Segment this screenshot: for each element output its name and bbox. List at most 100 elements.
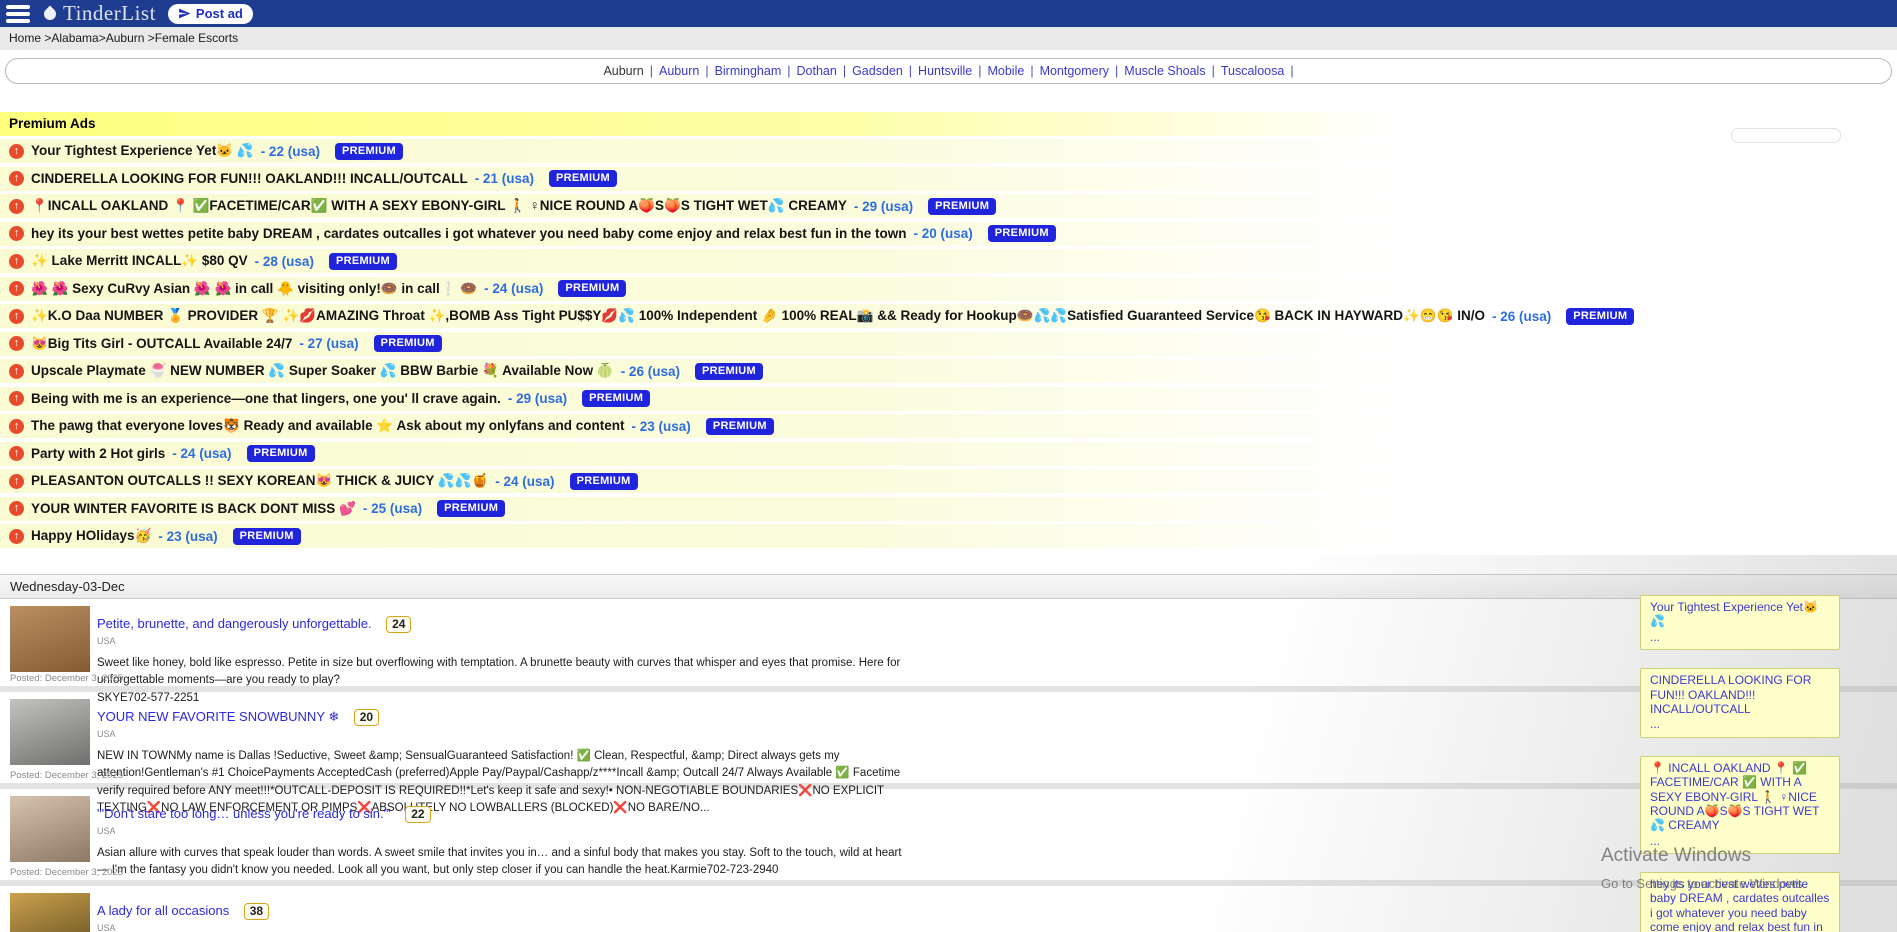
hamburger-icon[interactable] [6, 3, 32, 25]
premium-ad-row[interactable]: The pawg that everyone loves🐯 Ready and … [0, 414, 1897, 438]
premium-ad-row[interactable]: 😻Big Tits Girl - OUTCALL Available 24/7 … [0, 332, 1897, 356]
city-nav: Auburn | Auburn | Birmingham | Dothan | … [5, 58, 1892, 84]
city-current[interactable]: Auburn [603, 64, 643, 78]
premium-ad-row[interactable]: 🌺 🌺 Sexy CuRvy Asian 🌺 🌺 in call 🐥 visit… [0, 277, 1897, 301]
flame-icon [42, 5, 59, 22]
premium-ad-row[interactable]: Upscale Playmate 🍧 NEW NUMBER 💦 Super So… [0, 359, 1897, 383]
listing-thumbnail[interactable] [10, 893, 90, 932]
post-ad-button[interactable]: Post ad [168, 4, 253, 24]
premium-badge: PREMIUM [928, 198, 996, 215]
premium-ad-row[interactable]: CINDERELLA LOOKING FOR FUN!!! OAKLAND!!!… [0, 167, 1897, 191]
city-link-mobile[interactable]: Mobile [987, 64, 1024, 78]
premium-ad-row[interactable]: Happy HOlidays🥳 - 23 (usa) PREMIUM [0, 524, 1897, 548]
premium-ad-meta: - 23 (usa) [158, 529, 217, 544]
listings: Petite, brunette, and dangerously unforg… [0, 599, 1897, 932]
sidebar-ad-box[interactable]: CINDERELLA LOOKING FOR FUN!!! OAKLAND!!!… [1640, 668, 1840, 738]
premium-ad-meta: - 20 (usa) [913, 226, 972, 241]
listing-item: A lady for all occasions 38 USA [0, 886, 1897, 932]
premium-ad-row[interactable]: Being with me is an experience—one that … [0, 387, 1897, 411]
up-arrow-circle-icon [9, 419, 24, 434]
premium-ad-meta: - 26 (usa) [621, 364, 680, 379]
city-separator: | [1290, 64, 1293, 78]
paper-plane-icon [178, 7, 191, 20]
premium-ad-row[interactable]: 📍INCALL OAKLAND 📍 ✅FACETIME/CAR✅ WITH A … [0, 194, 1897, 218]
tinderlist-page: TinderList Post ad Home >Alabama>Auburn … [0, 0, 1897, 932]
city-link-auburn[interactable]: Auburn [659, 64, 699, 78]
city-separator: | [787, 64, 790, 78]
up-arrow-circle-icon [9, 336, 24, 351]
city-separator: | [650, 64, 653, 78]
city-separator: | [1212, 64, 1215, 78]
post-ad-label: Post ad [196, 6, 243, 21]
premium-ad-meta: - 24 (usa) [172, 446, 231, 461]
listing-title-link[interactable]: Petite, brunette, and dangerously unforg… [97, 616, 372, 631]
premium-ad-row[interactable]: ✨ Lake Merritt INCALL✨ $80 QV - 28 (usa)… [0, 249, 1897, 273]
up-arrow-circle-icon [9, 199, 24, 214]
premium-ad-row[interactable]: YOUR WINTER FAVORITE IS BACK DONT MISS 💕… [0, 497, 1897, 521]
city-link-muscle-shoals[interactable]: Muscle Shoals [1124, 64, 1205, 78]
listing-country: USA [97, 923, 1897, 932]
premium-ad-meta: - 22 (usa) [261, 144, 320, 159]
premium-ad-meta: - 25 (usa) [363, 501, 422, 516]
premium-ad-title: 😻Big Tits Girl - OUTCALL Available 24/7 [31, 336, 292, 352]
up-arrow-circle-icon [9, 474, 24, 489]
sidebar-ad-more: ... [1650, 717, 1830, 731]
premium-badge: PREMIUM [247, 445, 315, 462]
premium-ad-row[interactable]: Party with 2 Hot girls - 24 (usa) PREMIU… [0, 442, 1897, 466]
listing-posted-date: Posted: December 3, 2025 [10, 867, 123, 878]
premium-ad-title: Your Tightest Experience Yet🐱 💦 [31, 143, 254, 159]
city-link-birmingham[interactable]: Birmingham [715, 64, 782, 78]
hamburger-bar [6, 19, 30, 23]
sidebar-ad-text: Your Tightest Experience Yet🐱 💦 [1650, 600, 1830, 629]
premium-ad-title: 📍INCALL OAKLAND 📍 ✅FACETIME/CAR✅ WITH A … [31, 198, 847, 214]
city-link-tuscaloosa[interactable]: Tuscaloosa [1221, 64, 1284, 78]
city-link-dothan[interactable]: Dothan [797, 64, 837, 78]
premium-ad-title: ✨ Lake Merritt INCALL✨ $80 QV [31, 253, 248, 269]
premium-ad-title: Being with me is an experience—one that … [31, 391, 501, 406]
sidebar-ad-box[interactable]: 📍 INCALL OAKLAND 📍 ✅ FACETIME/CAR ✅ WITH… [1640, 756, 1840, 854]
floating-widget[interactable] [1731, 128, 1841, 143]
listing-item: Petite, brunette, and dangerously unforg… [0, 599, 1897, 686]
premium-badge: PREMIUM [1566, 308, 1634, 325]
site-logo[interactable]: TinderList [44, 1, 156, 26]
listing-country: USA [97, 636, 1897, 646]
premium-ad-title: 🌺 🌺 Sexy CuRvy Asian 🌺 🌺 in call 🐥 visit… [31, 281, 477, 297]
up-arrow-circle-icon [9, 171, 24, 186]
up-arrow-circle-icon [9, 281, 24, 296]
sidebar-ad-more: ... [1650, 630, 1830, 644]
listing-item: "'Don't stare too long… unless you're re… [0, 789, 1897, 880]
premium-ad-title: PLEASANTON OUTCALLS !! SEXY KOREAN😻 THIC… [31, 473, 488, 489]
city-link-montgomery[interactable]: Montgomery [1040, 64, 1109, 78]
listing-title-link[interactable]: YOUR NEW FAVORITE SNOWBUNNY ❄ [97, 709, 339, 724]
premium-ad-row[interactable]: PLEASANTON OUTCALLS !! SEXY KOREAN😻 THIC… [0, 469, 1897, 493]
listing-thumbnail[interactable] [10, 606, 90, 672]
premium-ad-row[interactable]: ✨K.O Daa NUMBER 🏅 PROVIDER 🏆 ✨💋AMAZING T… [0, 304, 1897, 328]
breadcrumb[interactable]: Home >Alabama>Auburn >Female Escorts [0, 27, 1897, 50]
premium-ad-title: Party with 2 Hot girls [31, 446, 165, 461]
sidebar-ad-box[interactable]: hey its your best wettes petite baby DRE… [1640, 872, 1840, 932]
listing-thumbnail[interactable] [10, 796, 90, 862]
listing-title-link[interactable]: A lady for all occasions [97, 903, 229, 918]
city-link-gadsden[interactable]: Gadsden [852, 64, 903, 78]
listing-thumbnail[interactable] [10, 699, 90, 765]
listing-description: Asian allure with curves that speak loud… [97, 845, 907, 880]
sidebar-ad-box[interactable]: Your Tightest Experience Yet🐱 💦 ... [1640, 595, 1840, 650]
premium-ad-row[interactable]: Your Tightest Experience Yet🐱 💦 - 22 (us… [0, 139, 1897, 163]
premium-badge: PREMIUM [695, 363, 763, 380]
age-badge: 38 [244, 903, 269, 920]
city-separator: | [705, 64, 708, 78]
premium-ad-meta: - 24 (usa) [495, 474, 554, 489]
premium-ad-title: hey its your best wettes petite baby DRE… [31, 226, 906, 241]
premium-badge: PREMIUM [335, 143, 403, 160]
listing-title-link[interactable]: "'Don't stare too long… unless you're re… [97, 806, 391, 821]
hamburger-bar [6, 5, 30, 9]
premium-ad-row[interactable]: hey its your best wettes petite baby DRE… [0, 222, 1897, 246]
up-arrow-circle-icon [9, 226, 24, 241]
up-arrow-circle-icon [9, 501, 24, 516]
premium-badge: PREMIUM [329, 253, 397, 270]
city-link-huntsville[interactable]: Huntsville [918, 64, 972, 78]
up-arrow-circle-icon [9, 254, 24, 269]
top-navbar: TinderList Post ad [0, 0, 1897, 27]
sidebar-ad-text: 📍 INCALL OAKLAND 📍 ✅ FACETIME/CAR ✅ WITH… [1650, 761, 1830, 833]
age-badge: 22 [405, 806, 430, 823]
